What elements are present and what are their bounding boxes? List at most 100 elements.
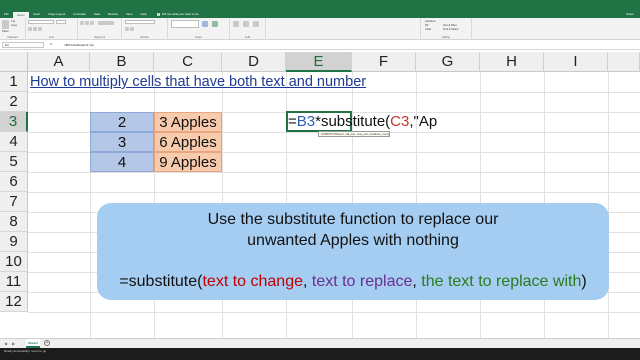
alignment-group-label: Alignment — [93, 36, 106, 39]
row-header-5[interactable]: 5 — [0, 152, 28, 172]
percent-icon[interactable] — [130, 27, 134, 31]
row-header-4[interactable]: 4 — [0, 132, 28, 152]
gridline — [28, 92, 640, 93]
number-format-select[interactable] — [125, 20, 155, 24]
format-cells-icon[interactable] — [253, 21, 259, 27]
wrap-text-button[interactable] — [98, 21, 114, 25]
cell-c5[interactable]: 9 Apples — [154, 152, 222, 172]
formula-ref-c3: C3 — [390, 113, 410, 130]
syntax-start: =substitute( — [119, 273, 203, 290]
row-header-11[interactable]: 11 — [0, 272, 28, 292]
tab-insert[interactable]: Insert — [29, 11, 45, 17]
row-header-1[interactable]: 1 — [0, 72, 28, 92]
copy-button[interactable]: Copy — [11, 24, 17, 27]
select-all-corner[interactable] — [0, 52, 28, 72]
cut-button[interactable]: Cut — [11, 20, 15, 23]
ribbon: Paste Cut Copy Clipboard Font Alignment … — [0, 18, 640, 40]
col-header-i[interactable]: I — [544, 52, 608, 72]
tab-formulas[interactable]: Formulas — [69, 11, 90, 17]
insert-cells-icon[interactable] — [233, 21, 239, 27]
col-header-h[interactable]: H — [480, 52, 544, 72]
cell-a1-title[interactable]: How to multiply cells that have both tex… — [30, 72, 366, 92]
row-header-3[interactable]: 3 — [0, 112, 28, 132]
autosum-button[interactable]: AutoSum — [425, 20, 436, 23]
next-sheet-icon[interactable]: ▶ — [12, 341, 15, 346]
gridline — [28, 172, 640, 173]
tab-data[interactable]: Data — [90, 11, 104, 17]
col-header-d[interactable]: D — [222, 52, 286, 72]
clipboard-group: Paste Cut Copy Clipboard — [0, 18, 26, 40]
cells-group: Cells — [230, 18, 266, 40]
row-header-10[interactable]: 10 — [0, 252, 28, 272]
find-select-button[interactable]: Find & Select — [443, 28, 458, 31]
align-center-icon[interactable] — [85, 21, 89, 25]
currency-icon[interactable] — [125, 27, 129, 31]
fx-icon[interactable]: fx — [50, 42, 52, 46]
row-header-2[interactable]: 2 — [0, 92, 28, 112]
formula-equals: = — [288, 113, 297, 130]
font-name-select[interactable] — [28, 20, 54, 24]
col-header-g[interactable]: G — [416, 52, 480, 72]
align-left-icon[interactable] — [80, 21, 84, 25]
tab-file[interactable]: File — [0, 11, 13, 17]
tab-view[interactable]: View — [122, 11, 136, 17]
ribbon-tabs: File Home Insert Page Layout Formulas Da… — [0, 10, 640, 18]
number-group: Number — [122, 18, 168, 40]
font-group-label: Font — [48, 36, 54, 39]
underline-icon[interactable] — [38, 27, 42, 31]
clear-button[interactable]: Clear — [425, 28, 431, 31]
callout-line-2: unwanted Apples with nothing — [247, 232, 459, 249]
paste-label: Paste — [2, 30, 9, 33]
cell-c4[interactable]: 6 Apples — [154, 132, 222, 152]
add-sheet-icon[interactable]: + — [44, 340, 50, 346]
tab-page-layout[interactable]: Page Layout — [44, 11, 69, 17]
name-box[interactable]: E3 — [2, 42, 44, 48]
col-header-c[interactable]: C — [154, 52, 222, 72]
paste-icon[interactable] — [2, 20, 9, 29]
syntax-arg-2: text to replace — [311, 273, 413, 290]
sort-filter-button[interactable]: Sort & Filter — [443, 24, 457, 27]
formula-ref-b3: B3 — [296, 113, 316, 130]
tab-review[interactable]: Review — [104, 11, 122, 17]
col-header-j[interactable] — [608, 52, 640, 72]
cell-b3[interactable]: 2 — [90, 112, 154, 132]
share-button[interactable]: Share — [626, 12, 634, 16]
col-header-b[interactable]: B — [90, 52, 154, 72]
formula-input[interactable]: =B3*substitute(C3,"Ap — [64, 42, 94, 48]
syntax-arg-1: text to change — [202, 273, 303, 290]
fill-button[interactable]: Fill — [425, 24, 428, 27]
prev-sheet-icon[interactable]: ◀ — [4, 341, 7, 346]
cell-styles-gallery[interactable] — [171, 20, 199, 28]
tell-me-search[interactable]: Tell me what you want to do — [156, 12, 199, 16]
col-header-a[interactable]: A — [28, 52, 90, 72]
status-bar: Ready Accessibility: Good to go — [0, 348, 640, 360]
cell-b4[interactable]: 3 — [90, 132, 154, 152]
sheet-tab-bar: ◀ ▶ Sheet1 + — [0, 338, 640, 348]
cell-e3-formula[interactable]: =B3*substitute(C3,"Ap — [288, 112, 437, 131]
sheet-tab-sheet1[interactable]: Sheet1 — [26, 339, 40, 348]
gridline — [28, 312, 640, 313]
row-header-9[interactable]: 9 — [0, 232, 28, 252]
font-size-select[interactable] — [56, 20, 66, 24]
delete-cells-icon[interactable] — [243, 21, 249, 27]
cell-c3[interactable]: 3 Apples — [154, 112, 222, 132]
callout-line-1: Use the substitute function to replace o… — [207, 211, 499, 228]
tab-help[interactable]: Help — [136, 11, 150, 17]
conditional-formatting-icon[interactable] — [202, 21, 208, 27]
row-header-8[interactable]: 8 — [0, 212, 28, 232]
lightbulb-icon — [156, 12, 160, 16]
bold-icon[interactable] — [28, 27, 32, 31]
cell-b5[interactable]: 4 — [90, 152, 154, 172]
row-header-12[interactable]: 12 — [0, 292, 28, 312]
format-as-table-icon[interactable] — [212, 21, 218, 27]
row-header-6[interactable]: 6 — [0, 172, 28, 192]
explanation-callout: Use the substitute function to replace o… — [97, 203, 609, 300]
gridline — [28, 192, 640, 193]
row-header-7[interactable]: 7 — [0, 192, 28, 212]
syntax-sep-2: , — [412, 273, 422, 290]
col-header-e[interactable]: E — [286, 52, 352, 72]
align-right-icon[interactable] — [90, 21, 94, 25]
italic-icon[interactable] — [33, 27, 37, 31]
cells-group-label: Cells — [244, 36, 251, 39]
col-header-f[interactable]: F — [352, 52, 416, 72]
